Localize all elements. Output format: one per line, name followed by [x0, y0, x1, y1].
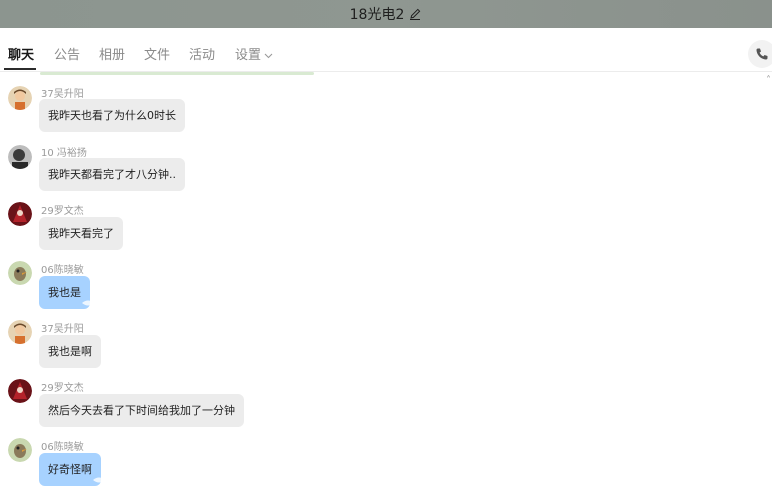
message-bubble[interactable]: 然后今天去看了下时间给我加了一分钟: [39, 394, 244, 427]
edit-icon[interactable]: [408, 7, 422, 21]
phone-icon: [756, 48, 768, 60]
sender-name: 29罗文杰: [41, 383, 84, 394]
avatar-bird-green-icon[interactable]: [8, 438, 32, 462]
avatar-cartoon-boy-icon[interactable]: [8, 86, 32, 110]
message-text: 我也是: [48, 286, 81, 299]
avatar-grey-portrait-icon[interactable]: [8, 145, 32, 169]
message-text: 然后今天去看了下时间给我加了一分钟: [48, 404, 235, 417]
sender-name: 10 冯裕扬: [41, 148, 87, 159]
tab-bar: 聊天 公告 相册 文件 活动 设置: [0, 28, 772, 72]
phone-call-button[interactable]: [748, 40, 772, 68]
avatar-cartoon-boy-icon[interactable]: [8, 320, 32, 344]
bubble-tail-icon: [93, 477, 105, 483]
bubble-tail-icon: [82, 300, 94, 306]
message-text: 我昨天看完了: [48, 227, 114, 240]
message-bubble[interactable]: 我昨天都看完了才八分钟..: [39, 158, 185, 191]
chevron-down-icon: [264, 53, 273, 59]
tab-announcement[interactable]: 公告: [54, 44, 80, 63]
window-titlebar: 18光电2: [0, 0, 772, 28]
active-tab-underline: [4, 68, 36, 70]
avatar-red-character-icon[interactable]: [8, 379, 32, 403]
message-text: 我昨天也看了为什么0时长: [48, 109, 176, 122]
sender-name: 06陈晓敏: [41, 265, 84, 276]
scroll-up-icon[interactable]: ˄: [766, 75, 771, 86]
sender-name: 37吴升阳: [41, 89, 84, 100]
message-text: 好奇怪啊: [48, 463, 92, 476]
message-bubble[interactable]: 我昨天也看了为什么0时长: [39, 99, 185, 132]
message-bubble[interactable]: 好奇怪啊: [39, 453, 105, 486]
sender-name: 37吴升阳: [41, 324, 84, 335]
message-bubble[interactable]: 我昨天看完了: [39, 217, 123, 250]
message-text: 我昨天都看完了才八分钟..: [48, 168, 176, 181]
group-title-text: 18光电2: [349, 7, 405, 23]
tab-settings-label: 设置: [235, 48, 262, 63]
tab-album[interactable]: 相册: [99, 44, 125, 63]
tab-chat[interactable]: 聊天: [8, 44, 34, 63]
tab-activity[interactable]: 活动: [189, 44, 215, 63]
tab-files[interactable]: 文件: [144, 44, 170, 63]
avatar-red-character-icon[interactable]: [8, 202, 32, 226]
tab-settings[interactable]: 设置: [235, 44, 273, 63]
sender-name: 06陈晓敏: [41, 442, 84, 453]
message-bubble[interactable]: 我也是: [39, 276, 94, 309]
group-title[interactable]: 18光电2: [350, 4, 423, 24]
message-text: 我也是啊: [48, 345, 92, 358]
history-loaded-indicator: [40, 72, 314, 75]
avatar-bird-green-icon[interactable]: [8, 261, 32, 285]
sender-name: 29罗文杰: [41, 206, 84, 217]
message-bubble[interactable]: 我也是啊: [39, 335, 101, 368]
